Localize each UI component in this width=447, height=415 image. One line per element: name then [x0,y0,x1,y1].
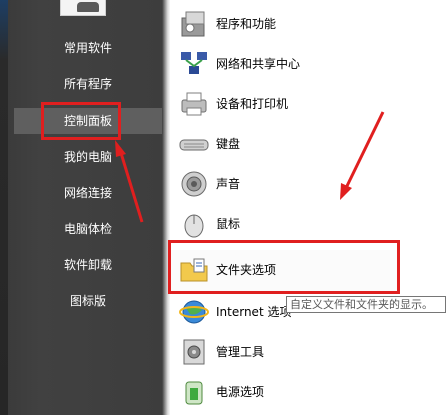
arrow-to-control-panel [115,140,144,223]
annotation-arrows [115,111,385,223]
arrow-to-folder-options [340,111,385,200]
